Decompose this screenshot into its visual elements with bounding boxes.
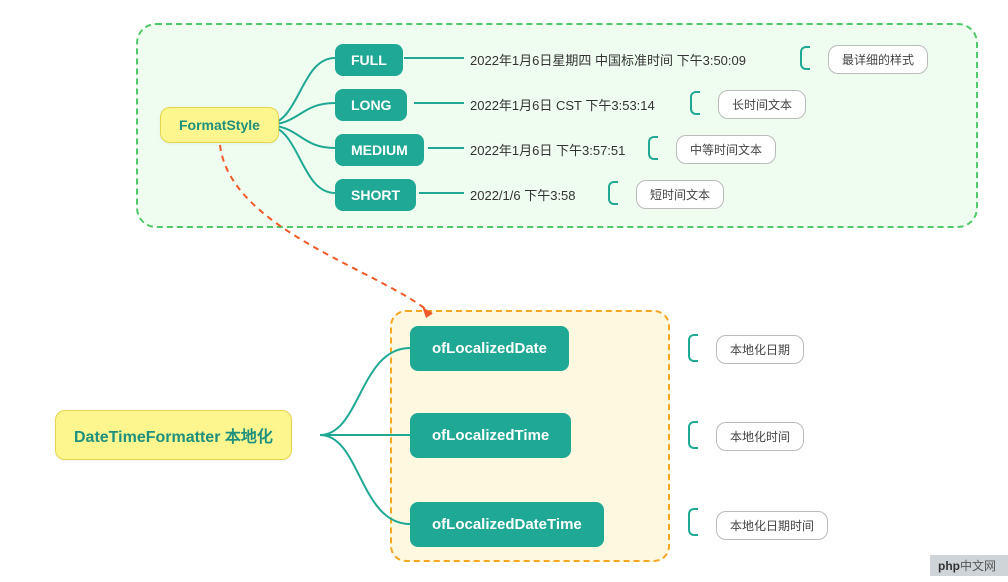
datetimeformatter-root: DateTimeFormatter 本地化 — [55, 410, 292, 460]
bracket-icon — [800, 46, 810, 70]
formatstyle-short-example: 2022/1/6 下午3:58 — [470, 185, 576, 204]
formatstyle-root: FormatStyle — [160, 107, 279, 143]
formatstyle-full-example: 2022年1月6日星期四 中国标准时间 下午3:50:09 — [470, 50, 746, 69]
formatstyle-long-label: LONG — [351, 97, 391, 113]
formatstyle-long: LONG — [335, 89, 407, 121]
of-localized-datetime-label: ofLocalizedDateTime — [432, 516, 582, 533]
formatstyle-full: FULL — [335, 44, 403, 76]
bracket-icon — [690, 91, 700, 115]
formatstyle-full-note: 最详细的样式 — [828, 45, 928, 74]
of-localized-date: ofLocalizedDate — [410, 326, 569, 371]
of-localized-time: ofLocalizedTime — [410, 413, 571, 458]
formatstyle-short: SHORT — [335, 179, 416, 211]
formatstyle-medium-note: 中等时间文本 — [676, 135, 776, 164]
of-localized-time-label: ofLocalizedTime — [432, 427, 549, 444]
bracket-icon — [688, 334, 698, 362]
bracket-icon — [608, 181, 618, 205]
bracket-icon — [688, 421, 698, 449]
formatstyle-medium-example: 2022年1月6日 下午3:57:51 — [470, 140, 625, 159]
of-localized-datetime: ofLocalizedDateTime — [410, 502, 604, 547]
of-localized-date-label: ofLocalizedDate — [432, 340, 547, 357]
formatstyle-medium: MEDIUM — [335, 134, 424, 166]
of-localized-datetime-note: 本地化日期时间 — [716, 511, 828, 540]
watermark-rest: 中文网 — [960, 559, 996, 573]
formatstyle-long-example: 2022年1月6日 CST 下午3:53:14 — [470, 95, 655, 114]
of-localized-date-note: 本地化日期 — [716, 335, 804, 364]
datetimeformatter-root-label: DateTimeFormatter 本地化 — [74, 423, 273, 447]
watermark: php中文网 — [930, 555, 1008, 576]
formatstyle-short-label: SHORT — [351, 187, 400, 203]
watermark-strong: php — [938, 559, 960, 573]
formatstyle-short-note: 短时间文本 — [636, 180, 724, 209]
formatstyle-long-note: 长时间文本 — [718, 90, 806, 119]
bracket-icon — [648, 136, 658, 160]
of-localized-time-note: 本地化时间 — [716, 422, 804, 451]
formatstyle-full-label: FULL — [351, 52, 387, 68]
formatstyle-label: FormatStyle — [179, 117, 260, 133]
formatstyle-medium-label: MEDIUM — [351, 142, 408, 158]
bracket-icon — [688, 508, 698, 536]
